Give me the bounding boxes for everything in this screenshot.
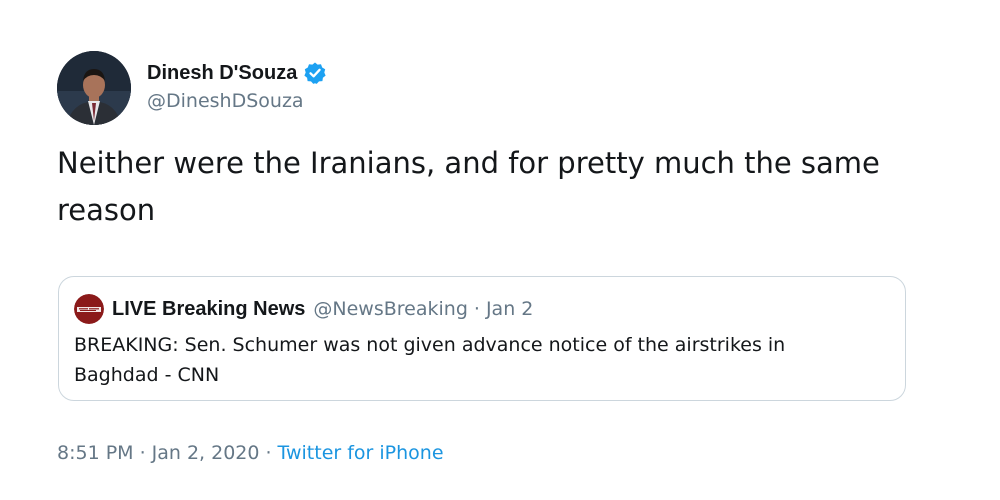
tweet-meta: 8:51 PM · Jan 2, 2020 · Twitter for iPhone	[57, 442, 444, 464]
author-display-name[interactable]: Dinesh D'Souza	[147, 62, 297, 85]
verified-badge-icon	[303, 61, 327, 85]
quoted-tweet-text: BREAKING: Sen. Schumer was not given adv…	[74, 334, 786, 386]
author-info: Dinesh D'Souza @DineshDSouza	[147, 58, 327, 112]
tweet-source-link[interactable]: Twitter for iPhone	[278, 442, 444, 464]
quoted-handle[interactable]: @NewsBreaking	[313, 298, 468, 320]
news-logo-icon	[74, 294, 104, 324]
tweet-date[interactable]: Jan 2, 2020	[152, 442, 260, 464]
quoted-tweet-header: LIVE Breaking News @NewsBreaking · Jan 2	[74, 294, 533, 324]
meta-separator: ·	[139, 442, 146, 464]
quoted-separator: ·	[473, 298, 480, 320]
quoted-tweet[interactable]: LIVE Breaking News @NewsBreaking · Jan 2…	[58, 276, 906, 401]
quoted-date[interactable]: Jan 2	[486, 298, 533, 320]
tweet-card: Dinesh D'Souza @DineshDSouza Neither wer…	[0, 0, 1000, 500]
meta-separator-2: ·	[265, 442, 272, 464]
author-name-row: Dinesh D'Souza	[147, 58, 327, 88]
author-avatar[interactable]	[57, 51, 131, 125]
tweet-text: Neither were the Iranians, and for prett…	[57, 146, 880, 227]
author-handle[interactable]: @DineshDSouza	[147, 90, 327, 112]
tweet-time[interactable]: 8:51 PM	[57, 442, 134, 464]
quoted-display-name[interactable]: LIVE Breaking News	[112, 298, 305, 321]
profile-photo-icon	[57, 51, 131, 125]
